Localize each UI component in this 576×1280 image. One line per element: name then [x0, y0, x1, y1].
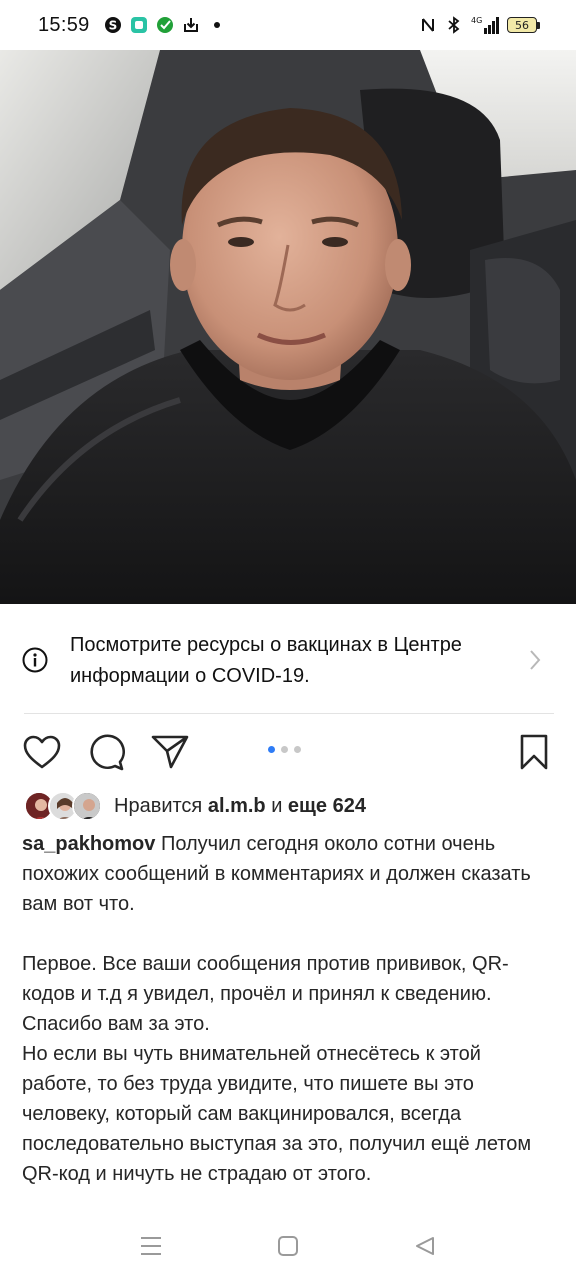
notification-dot — [213, 22, 220, 28]
post-actions — [0, 726, 576, 778]
battery-level: 56 — [507, 17, 537, 33]
divider — [24, 713, 554, 714]
nfc-icon — [419, 16, 437, 34]
likes-connector: и — [271, 794, 283, 817]
covid-banner-text: Посмотрите ресурсы о вакцинах в Центре и… — [70, 634, 462, 687]
svg-text:S: S — [108, 19, 117, 33]
menu-icon[interactable] — [137, 1232, 165, 1260]
carousel-dot — [281, 746, 288, 753]
carousel-dot — [294, 746, 301, 753]
likes-row[interactable]: Нравится al.m.b и еще 624 — [22, 790, 366, 822]
carousel-dot-active — [268, 746, 275, 753]
sberbank-icon — [156, 16, 174, 34]
home-square-icon[interactable] — [274, 1232, 302, 1260]
caption-paragraph-3: Но если вы чуть внимательней отнесётесь … — [22, 1043, 532, 1185]
covid-info-banner[interactable]: Посмотрите ресурсы о вакцинах в Центре и… — [0, 604, 576, 714]
info-icon — [22, 647, 48, 673]
liker-avatars — [22, 790, 106, 822]
signal-icon: 4G — [471, 16, 499, 34]
status-time: 15:59 — [38, 13, 90, 36]
liker-username[interactable]: al.m.b — [208, 795, 266, 817]
like-heart-icon[interactable] — [22, 732, 62, 772]
navigation-bar — [0, 1212, 576, 1280]
bluetooth-icon — [445, 16, 463, 34]
skype-icon: S — [104, 16, 122, 34]
likes-prefix: Нравится — [114, 794, 203, 817]
comment-icon[interactable] — [86, 732, 126, 772]
caption-paragraph-2: Первое. Все ваши сообщения против привив… — [22, 953, 509, 1035]
likes-text: Нравится al.m.b и еще 624 — [114, 795, 366, 818]
avatar — [72, 791, 102, 821]
network-label: 4G — [471, 16, 482, 25]
post-photo[interactable] — [0, 50, 576, 604]
caption-username[interactable]: sa_pakhomov — [22, 833, 155, 855]
status-bar: 15:59 S 4G 56 — [0, 0, 576, 50]
carousel-indicator — [268, 746, 301, 753]
download-icon — [182, 16, 200, 34]
back-triangle-icon[interactable] — [411, 1232, 439, 1260]
likes-others[interactable]: еще 624 — [288, 795, 366, 817]
selfie-photo — [0, 50, 576, 604]
app-icon — [130, 16, 148, 34]
post-caption: sa_pakhomov Получил сегодня около сотни … — [22, 829, 554, 1189]
share-send-icon[interactable] — [150, 732, 190, 772]
chevron-right-icon — [528, 649, 542, 676]
save-bookmark-icon[interactable] — [514, 732, 554, 772]
battery-icon: 56 — [507, 17, 540, 33]
